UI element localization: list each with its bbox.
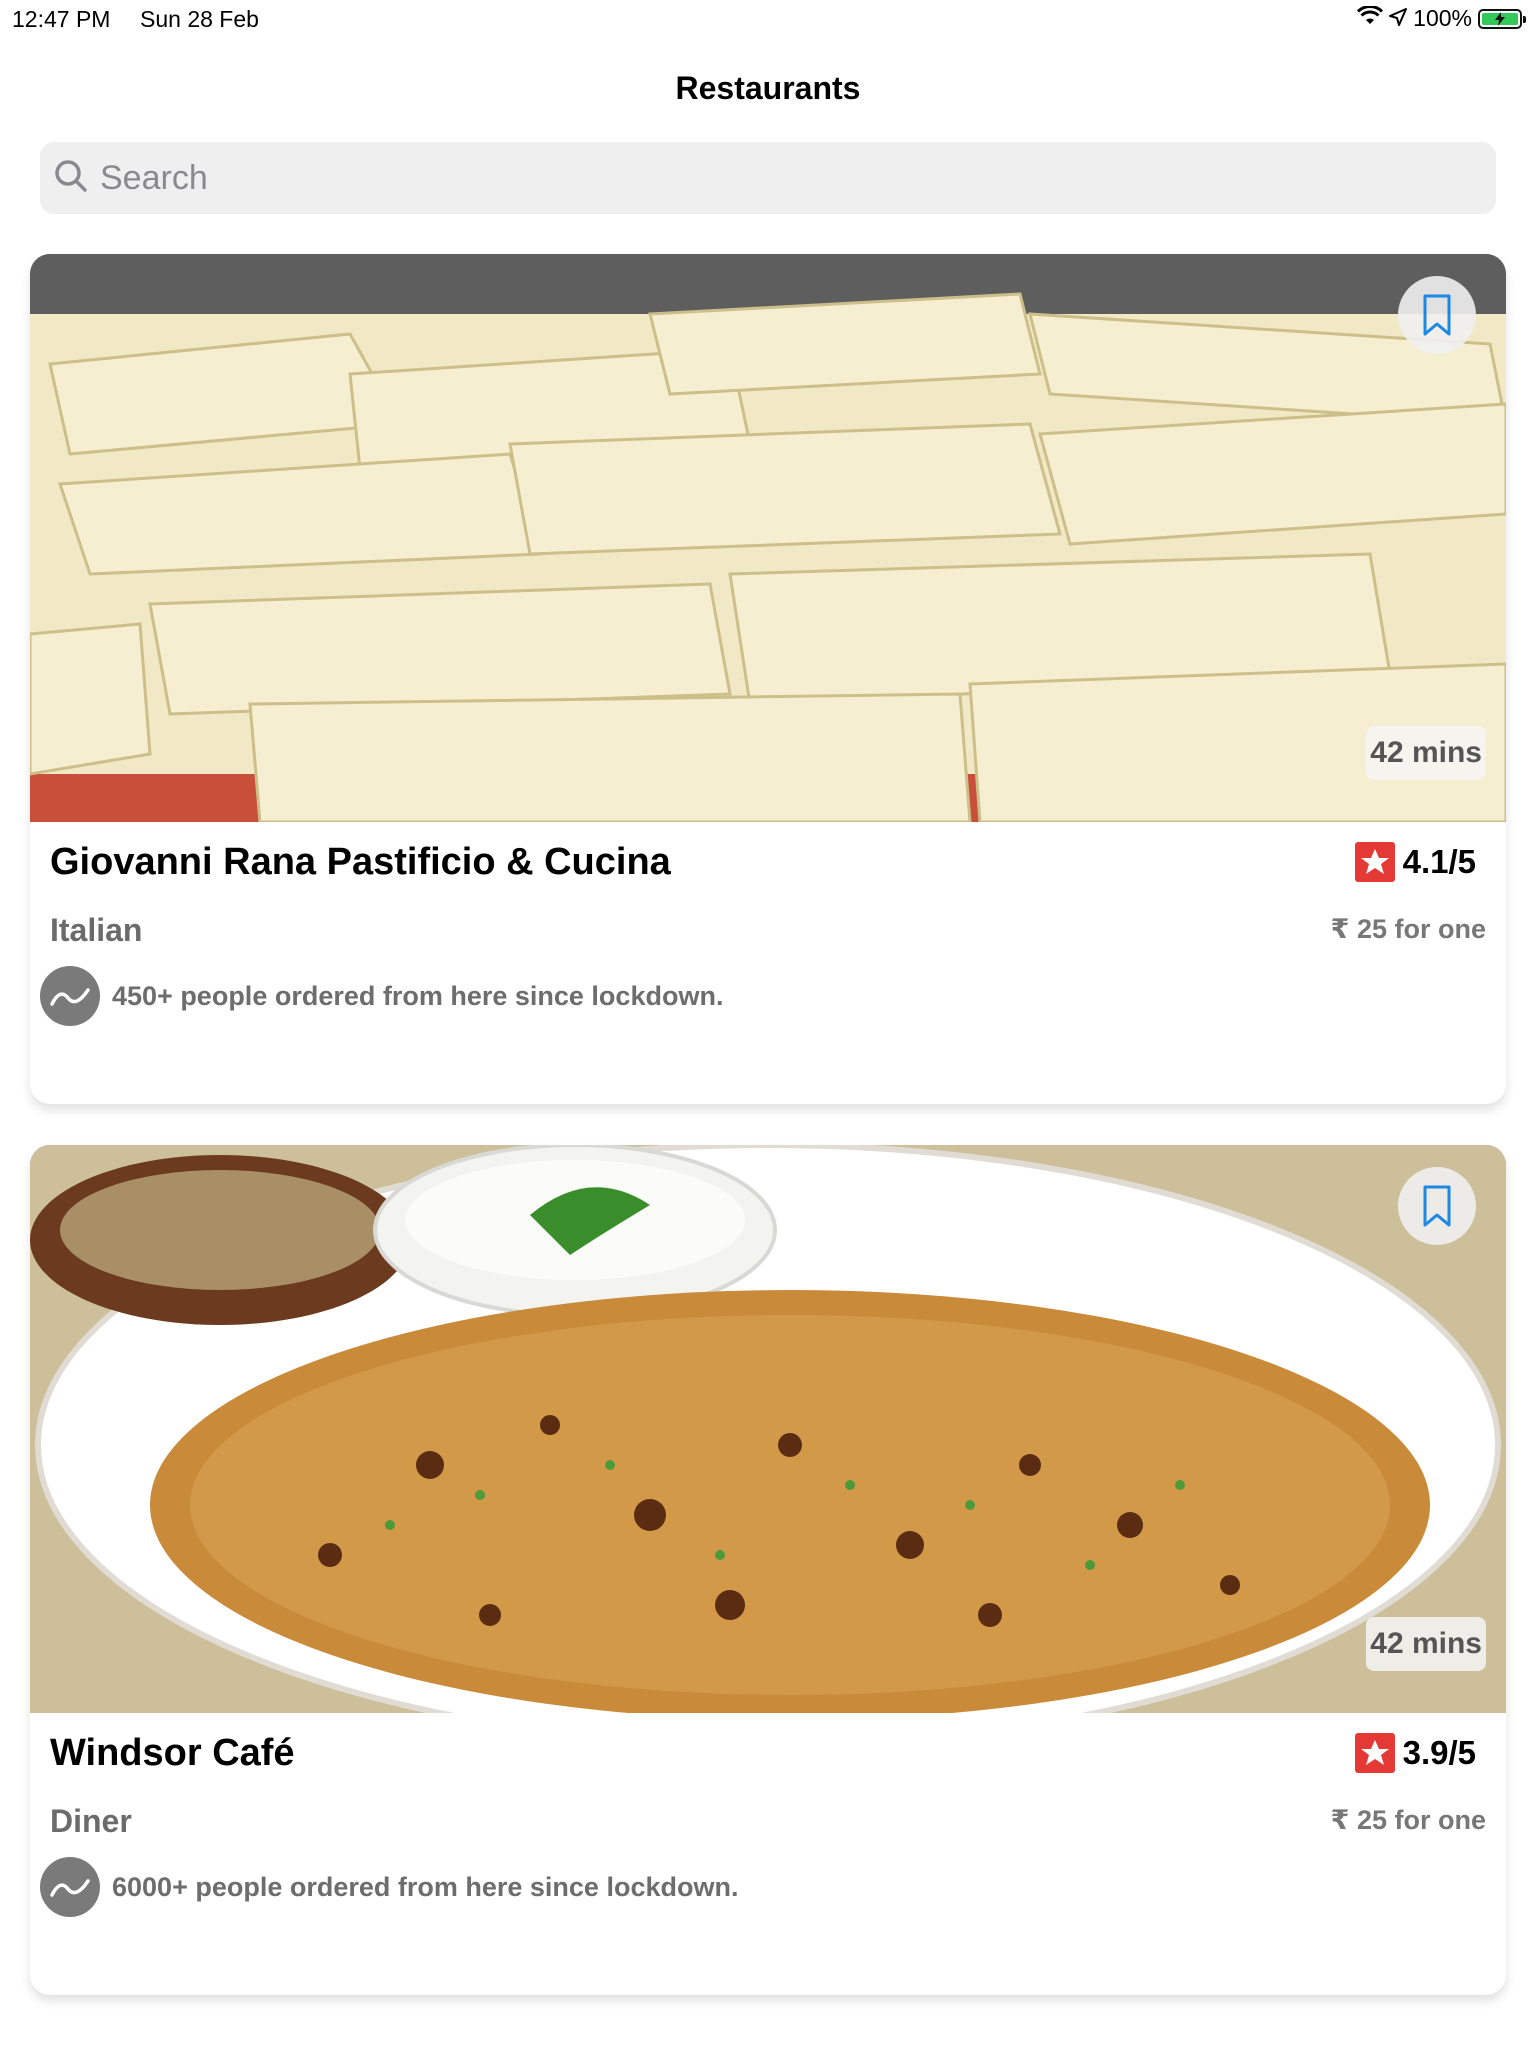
wifi-icon	[1357, 5, 1384, 32]
bookmark-icon	[1423, 294, 1451, 336]
bookmark-icon	[1423, 1185, 1451, 1227]
orders-note: 6000+ people ordered from here since loc…	[40, 1857, 738, 1917]
status-bar: 12:47 PM Sun 28 Feb 100%	[0, 0, 1536, 40]
orders-note: 450+ people ordered from here since lock…	[40, 966, 723, 1026]
search-input[interactable]	[98, 157, 1402, 199]
restaurant-card[interactable]: 42 mins Giovanni Rana Pastificio & Cucin…	[30, 254, 1506, 1104]
orders-note-text: 6000+ people ordered from here since loc…	[112, 1871, 739, 1902]
food-illustration	[30, 1145, 1506, 1713]
restaurant-name: Giovanni Rana Pastificio & Cucina	[50, 841, 671, 883]
price-label: ₹ 25 for one	[1330, 1805, 1486, 1835]
restaurant-card[interactable]: 42 mins Windsor Café 3.9/5 Diner ₹ 25 fo…	[30, 1145, 1506, 1995]
delivery-time-badge: 42 mins	[1366, 726, 1486, 780]
page-title: Restaurants	[675, 70, 861, 106]
search-icon	[54, 159, 88, 198]
restaurant-image[interactable]: 42 mins	[30, 254, 1506, 822]
battery-icon	[1478, 8, 1526, 29]
rating: 4.1/5	[1354, 842, 1476, 882]
price-label: ₹ 25 for one	[1330, 914, 1486, 944]
star-icon	[1354, 1733, 1395, 1773]
search-bar[interactable]	[40, 142, 1496, 214]
status-indicators: 100%	[1357, 5, 1526, 32]
star-icon	[1354, 842, 1395, 882]
cuisine-label: Italian	[50, 912, 143, 948]
rating-value: 3.9/5	[1402, 1734, 1476, 1771]
trend-icon	[40, 966, 100, 1026]
battery-percent: 100%	[1413, 5, 1472, 31]
restaurant-image[interactable]: 42 mins	[30, 1145, 1506, 1713]
bookmark-button[interactable]	[1398, 1167, 1476, 1245]
restaurant-name: Windsor Café	[50, 1732, 295, 1774]
rating-value: 4.1/5	[1402, 843, 1476, 880]
bookmark-button[interactable]	[1398, 276, 1476, 354]
delivery-time-badge: 42 mins	[1366, 1617, 1486, 1671]
rating: 3.9/5	[1354, 1733, 1476, 1773]
location-arrow-icon	[1389, 5, 1408, 32]
cuisine-label: Diner	[50, 1803, 132, 1839]
status-date: Sun 28 Feb	[140, 6, 259, 32]
status-time: 12:47 PM	[12, 6, 111, 32]
trend-icon	[40, 1857, 100, 1917]
food-illustration	[30, 254, 1506, 822]
orders-note-text: 450+ people ordered from here since lock…	[112, 980, 724, 1011]
